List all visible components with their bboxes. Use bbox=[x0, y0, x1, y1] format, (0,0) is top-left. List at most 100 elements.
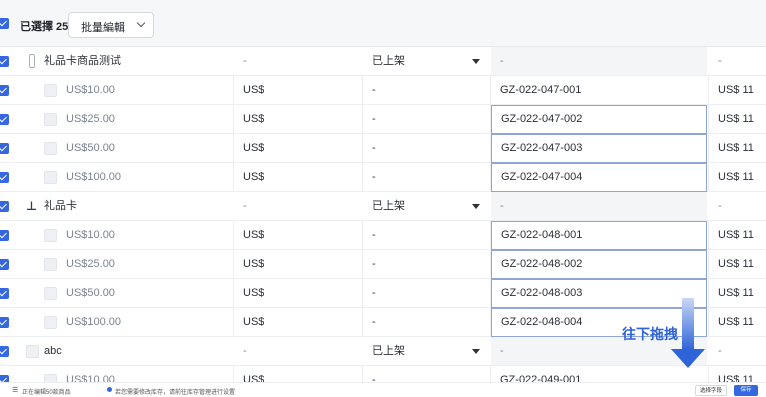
image-placeholder-icon bbox=[44, 113, 57, 126]
row-checkbox[interactable] bbox=[0, 230, 9, 241]
status-cell: - bbox=[372, 258, 376, 270]
currency-cell: US$ bbox=[243, 84, 265, 96]
product-row[interactable]: 礼品卡商品测试 - 已上架 - - bbox=[0, 47, 766, 76]
price-cell[interactable]: US$ 11 bbox=[718, 163, 754, 191]
variant-name: US$10.00 bbox=[66, 84, 115, 96]
variant-name: US$25.00 bbox=[66, 258, 115, 270]
currency-cell: US$ bbox=[243, 287, 265, 299]
drag-arrow-shaft bbox=[682, 298, 694, 350]
sku-input[interactable]: GZ-022-047-001 bbox=[500, 76, 581, 104]
sku-cell: - bbox=[491, 47, 707, 75]
currency-cell: - bbox=[243, 200, 247, 212]
row-checkbox[interactable] bbox=[0, 56, 9, 67]
row-checkbox[interactable] bbox=[0, 172, 9, 183]
variant-row[interactable]: US$50.00 US$ - GZ-022-047-003 US$ 11 bbox=[0, 134, 766, 163]
image-placeholder-icon bbox=[44, 171, 57, 184]
status-cell: - bbox=[372, 113, 376, 125]
variant-name: US$50.00 bbox=[66, 142, 115, 154]
status-cell: - bbox=[372, 171, 376, 183]
image-placeholder-icon bbox=[44, 84, 57, 97]
price-cell[interactable]: US$ 11 bbox=[718, 105, 754, 133]
price-cell: - bbox=[718, 345, 722, 357]
price-cell[interactable]: US$ 11 bbox=[718, 134, 754, 162]
currency-cell: - bbox=[243, 55, 247, 67]
sku-input[interactable]: GZ-022-048-001 bbox=[491, 221, 707, 250]
image-placeholder-icon bbox=[44, 287, 57, 300]
variant-name: US$10.00 bbox=[66, 229, 115, 241]
variant-name: US$50.00 bbox=[66, 287, 115, 299]
row-checkbox[interactable] bbox=[0, 288, 9, 299]
sku-input[interactable]: GZ-022-047-003 bbox=[491, 134, 707, 163]
bulk-edit-dropdown[interactable]: 批量編輯 bbox=[68, 12, 154, 38]
down-arrow-icon bbox=[671, 349, 705, 368]
product-name: 礼品卡商品测试 bbox=[44, 55, 121, 67]
image-placeholder-icon bbox=[44, 316, 57, 329]
row-checkbox[interactable] bbox=[0, 114, 9, 125]
sku-input[interactable]: GZ-022-048-003 bbox=[491, 279, 707, 308]
footer-bar: ☰ 正在编辑50款商品 若您需要修改库存，请前往库存管理进行设置 选择字段 保存 bbox=[0, 382, 766, 396]
currency-cell: US$ bbox=[243, 171, 265, 183]
select-fields-button[interactable]: 选择字段 bbox=[695, 385, 727, 396]
status-select[interactable]: 已上架 bbox=[372, 192, 405, 220]
row-checkbox[interactable] bbox=[0, 259, 9, 270]
save-button[interactable]: 保存 bbox=[734, 385, 758, 396]
product-name: 礼品卡 bbox=[44, 200, 77, 212]
product-name: abc bbox=[44, 345, 62, 357]
price-cell[interactable]: US$ 11 bbox=[718, 279, 754, 307]
currency-cell: US$ bbox=[243, 142, 265, 154]
price-cell[interactable]: US$ 11 bbox=[718, 308, 754, 336]
status-cell: - bbox=[372, 84, 376, 96]
sku-input[interactable]: GZ-022-048-002 bbox=[491, 250, 707, 279]
image-placeholder-icon bbox=[44, 229, 57, 242]
selection-toolbar: 已選擇 253 項 批量編輯 bbox=[0, 0, 766, 47]
price-cell[interactable]: US$ 11 bbox=[718, 250, 754, 278]
caret-down-icon[interactable] bbox=[472, 204, 480, 209]
sku-cell: - bbox=[491, 192, 707, 220]
sku-input[interactable]: GZ-022-047-002 bbox=[491, 105, 707, 134]
stamp-icon: ⊥ bbox=[26, 199, 37, 213]
product-row[interactable]: ⊥ 礼品卡 - 已上架 - - bbox=[0, 192, 766, 221]
list-icon: ☰ bbox=[12, 387, 19, 394]
row-checkbox[interactable] bbox=[0, 143, 9, 154]
price-cell[interactable]: US$ 11 bbox=[718, 221, 754, 249]
price-cell[interactable]: US$ 11 bbox=[718, 76, 754, 104]
caret-down-icon[interactable] bbox=[472, 59, 480, 64]
row-checkbox[interactable] bbox=[0, 85, 9, 96]
variant-row[interactable]: US$25.00 US$ - GZ-022-048-002 US$ 11 bbox=[0, 250, 766, 279]
variant-row[interactable]: US$25.00 US$ - GZ-022-047-002 US$ 11 bbox=[0, 105, 766, 134]
currency-cell: US$ bbox=[243, 113, 265, 125]
drag-hint-label: 往下拖拽 bbox=[622, 326, 678, 342]
editing-count: 正在编辑50款商品 bbox=[22, 390, 71, 396]
info-icon bbox=[107, 387, 112, 392]
variant-name: US$100.00 bbox=[66, 171, 122, 183]
image-placeholder-icon bbox=[44, 258, 57, 271]
variant-row[interactable]: US$100.00 US$ - GZ-022-047-004 US$ 11 bbox=[0, 163, 766, 192]
image-placeholder-icon bbox=[44, 142, 57, 155]
image-placeholder-icon bbox=[26, 345, 39, 358]
row-checkbox[interactable] bbox=[0, 346, 9, 357]
chevron-down-icon bbox=[136, 18, 146, 28]
row-checkbox[interactable] bbox=[0, 317, 9, 328]
caret-down-icon[interactable] bbox=[472, 349, 480, 354]
inventory-notice: 若您需要修改库存，请前往库存管理进行设置 bbox=[115, 390, 236, 396]
price-cell: - bbox=[718, 200, 722, 212]
variant-name: US$100.00 bbox=[66, 316, 122, 328]
status-select[interactable]: 已上架 bbox=[372, 47, 405, 75]
row-checkbox[interactable] bbox=[0, 201, 9, 212]
bulk-edit-label: 批量編輯 bbox=[81, 22, 125, 34]
price-cell: - bbox=[718, 55, 722, 67]
status-cell: - bbox=[372, 229, 376, 241]
currency-cell: US$ bbox=[243, 258, 265, 270]
select-all-checkbox[interactable] bbox=[0, 18, 9, 29]
status-select[interactable]: 已上架 bbox=[372, 337, 405, 365]
currency-cell: - bbox=[243, 345, 247, 357]
bottle-icon bbox=[29, 54, 35, 68]
status-cell: - bbox=[372, 142, 376, 154]
currency-cell: US$ bbox=[243, 229, 265, 241]
variant-name: US$25.00 bbox=[66, 113, 115, 125]
currency-cell: US$ bbox=[243, 316, 265, 328]
variant-row[interactable]: US$10.00 US$ - GZ-022-047-001 US$ 11 bbox=[0, 76, 766, 105]
variant-row[interactable]: US$50.00 US$ - GZ-022-048-003 US$ 11 bbox=[0, 279, 766, 308]
variant-row[interactable]: US$10.00 US$ - GZ-022-048-001 US$ 11 bbox=[0, 221, 766, 250]
sku-input[interactable]: GZ-022-047-004 bbox=[491, 163, 707, 192]
